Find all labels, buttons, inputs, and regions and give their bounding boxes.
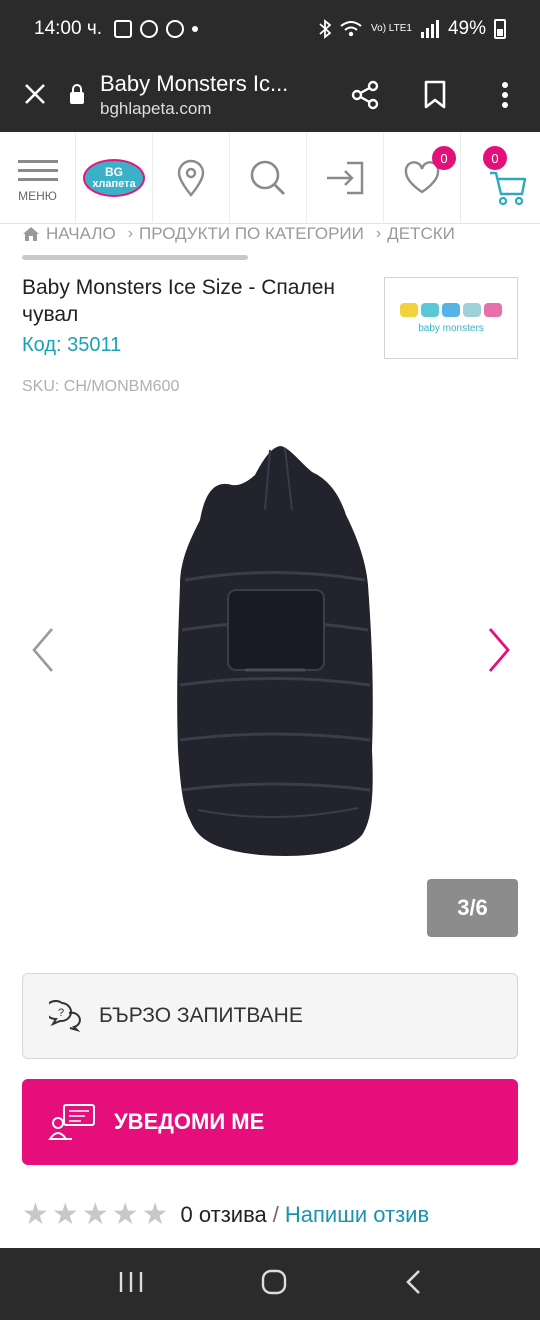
cart-count-badge: 0 — [483, 146, 507, 170]
back-chevron-icon — [406, 1269, 420, 1294]
battery-icon — [494, 19, 506, 39]
back-nav-button[interactable] — [404, 1268, 422, 1301]
wifi-icon — [340, 21, 362, 37]
star-icon: ★ — [141, 1198, 169, 1231]
hamburger-icon — [17, 154, 58, 187]
cart-icon — [489, 171, 526, 206]
share-button[interactable] — [330, 58, 400, 132]
login-button[interactable] — [307, 132, 384, 224]
star-icon: ★ — [111, 1198, 139, 1231]
address-bar[interactable]: Baby Monsters Ic... bghlapeta.com — [100, 71, 330, 119]
review-count: 0 отзива — [180, 1202, 267, 1227]
logo-badge: BG хлапета — [83, 159, 145, 197]
chrome-notification-icon — [140, 20, 159, 38]
search-button[interactable] — [230, 132, 307, 224]
cart-button[interactable]: 0 — [461, 132, 538, 224]
question-chat-icon: ? — [49, 1000, 81, 1032]
rating-stars: ★ ★ ★ ★ ★ — [22, 1200, 169, 1230]
more-notifications-dot — [192, 26, 199, 32]
product-code: Код: 35011 — [22, 334, 122, 356]
lock-icon — [70, 84, 84, 104]
page-title: Baby Monsters Ic... — [100, 71, 289, 96]
brand-monsters-icon — [400, 302, 502, 317]
more-options-button[interactable] — [470, 58, 540, 132]
battery-percent: 49% — [447, 18, 486, 39]
logo-top-text: BG — [105, 165, 123, 179]
home-icon[interactable] — [22, 226, 40, 242]
menu-label: МЕНЮ — [18, 188, 57, 203]
close-tab-button[interactable] — [0, 78, 70, 112]
home-circle-icon — [261, 1269, 287, 1294]
breadcrumb-separator-icon: › — [127, 225, 134, 242]
bookmark-icon — [424, 80, 446, 109]
product-title: Baby Monsters Ice Size - Спален чувал — [22, 276, 336, 326]
breadcrumb-home[interactable]: НАЧАЛО — [46, 224, 116, 244]
close-icon — [25, 84, 45, 104]
recent-apps-button[interactable] — [118, 1270, 144, 1299]
breadcrumb-separator-icon: › — [375, 225, 382, 242]
star-icon: ★ — [81, 1198, 109, 1231]
lte-indicator: Vo) LTE1 — [371, 23, 412, 34]
svg-text:?: ? — [58, 1007, 64, 1019]
product-sku: SKU: CH/MONBM600 — [22, 378, 180, 395]
gallery-prev-button[interactable] — [24, 625, 64, 675]
product-image[interactable] — [0, 410, 540, 880]
review-separator: / — [272, 1202, 279, 1227]
wishlist-count-badge: 0 — [432, 146, 456, 170]
notification-icons — [114, 20, 199, 38]
store-locator-button[interactable] — [153, 132, 230, 224]
location-pin-icon — [177, 159, 205, 197]
quick-question-button[interactable]: ? БЪРЗО ЗАПИТВАНЕ — [22, 973, 518, 1059]
notify-me-label: УВЕДОМИ МЕ — [114, 1109, 265, 1134]
site-header: МЕНЮ BG хлапета 0 0 — [0, 132, 540, 224]
wishlist-button[interactable]: 0 — [384, 132, 461, 224]
breadcrumb-scrollbar[interactable] — [22, 255, 248, 260]
product-gallery[interactable]: 3/6 — [0, 410, 540, 940]
signal-icon — [420, 20, 439, 38]
share-icon — [351, 80, 379, 110]
more-vert-icon — [502, 82, 508, 108]
status-time: 14:00 ч. — [34, 18, 103, 39]
reviews-summary: ★ ★ ★ ★ ★ 0 отзива / Напиши отзив — [22, 1200, 429, 1230]
menu-button[interactable]: МЕНЮ — [0, 132, 76, 224]
bluetooth-icon — [319, 19, 332, 39]
recent-apps-icon — [119, 1271, 143, 1292]
chevron-left-icon — [32, 628, 53, 672]
brand-name: baby monsters — [418, 322, 484, 334]
gallery-notification-icon — [114, 20, 133, 38]
login-icon — [327, 161, 364, 195]
page-url: bghlapeta.com — [100, 99, 212, 118]
gallery-counter: 3/6 — [427, 879, 518, 937]
notify-me-button[interactable]: УВЕДОМИ МЕ — [22, 1079, 518, 1165]
notify-chat-icon — [48, 1104, 95, 1140]
breadcrumb-kids[interactable]: ДЕТСКИ — [387, 224, 455, 244]
star-icon: ★ — [51, 1198, 79, 1231]
search-icon — [250, 160, 285, 195]
system-nav-bar — [0, 1248, 540, 1320]
home-nav-button[interactable] — [260, 1268, 288, 1301]
write-review-link[interactable]: Напиши отзив — [285, 1202, 429, 1228]
star-icon: ★ — [22, 1198, 49, 1231]
gallery-next-button[interactable] — [478, 625, 518, 675]
brand-logo[interactable]: baby monsters — [384, 277, 518, 359]
chevron-right-icon — [488, 628, 510, 672]
breadcrumb: НАЧАЛО › ПРОДУКТИ ПО КАТЕГОРИИ › ДЕТСКИ — [22, 222, 540, 246]
browser-toolbar: Baby Monsters Ic... bghlapeta.com — [0, 58, 540, 132]
logo-bottom-text: хлапета — [92, 178, 136, 190]
site-logo[interactable]: BG хлапета — [76, 132, 153, 224]
chrome-notification-icon-2 — [166, 20, 185, 38]
breadcrumb-categories[interactable]: ПРОДУКТИ ПО КАТЕГОРИИ — [139, 224, 364, 244]
status-bar: 14:00 ч. Vo) LTE1 49% — [0, 0, 540, 58]
quick-question-label: БЪРЗО ЗАПИТВАНЕ — [99, 1004, 303, 1027]
bookmark-button[interactable] — [400, 58, 470, 132]
